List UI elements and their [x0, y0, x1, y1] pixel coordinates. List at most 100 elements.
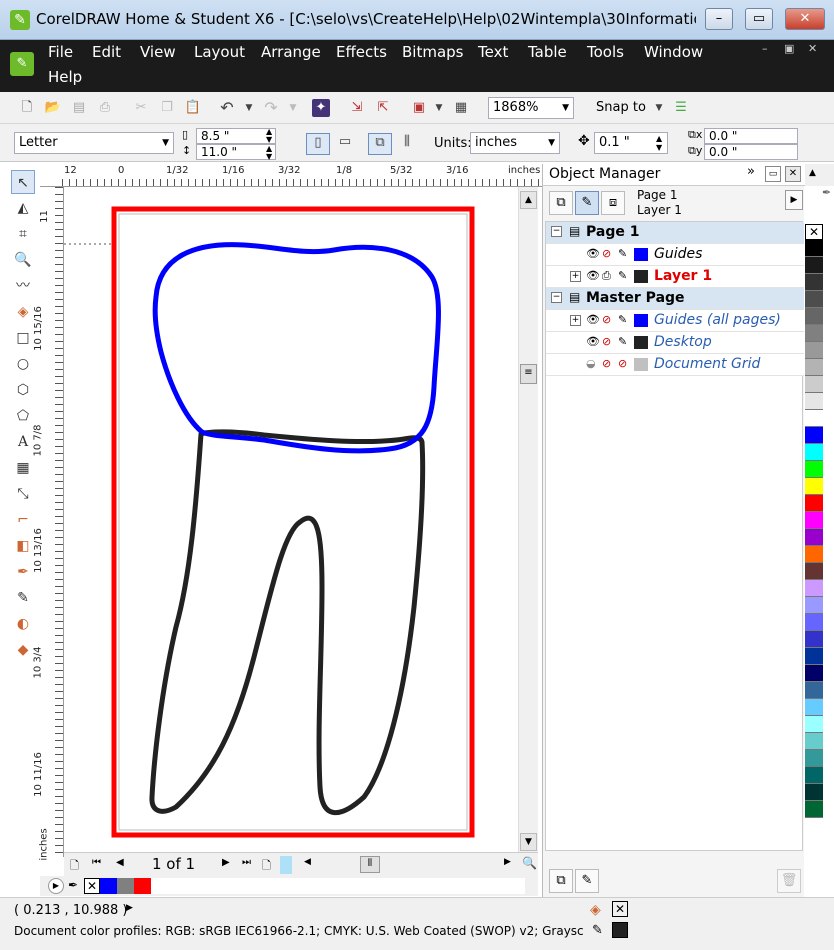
show-properties-icon[interactable]: ⧉	[549, 191, 573, 215]
menu-file[interactable]: File	[48, 43, 73, 61]
zoom-tool-icon[interactable]: 🔍	[11, 248, 35, 272]
fill-none-swatch[interactable]: ✕	[612, 901, 628, 917]
page-tab[interactable]	[280, 856, 292, 874]
drawing-canvas[interactable]	[64, 187, 518, 857]
palette-color-swatch[interactable]	[805, 257, 823, 274]
palette-color-swatch[interactable]	[805, 342, 823, 359]
smart-fill-tool-icon[interactable]: ◈	[11, 300, 35, 324]
layer-row-guides-all-pages[interactable]: + 👁 ⊘ ✎ Guides (all pages)	[546, 310, 804, 332]
menu-view[interactable]: View	[140, 43, 176, 61]
edit-pencil-icon[interactable]: ✎	[618, 335, 627, 348]
rectangle-tool-icon[interactable]: □	[11, 326, 35, 350]
palette-color-swatch[interactable]	[805, 682, 823, 699]
close-button[interactable]: ✕	[785, 8, 825, 30]
zoom-navigator-icon[interactable]: 🔍	[522, 856, 537, 870]
palette-color-swatch[interactable]	[805, 529, 823, 546]
layer-color-swatch[interactable]	[634, 336, 648, 349]
edit-pencil-icon[interactable]: ✎	[618, 247, 627, 260]
doc-minimize-icon[interactable]: –	[762, 42, 768, 55]
maximize-button[interactable]: ▭	[745, 8, 773, 30]
eye-icon[interactable]: 👁	[586, 269, 600, 282]
redo-icon[interactable]: ↷	[262, 99, 280, 117]
new-layer-icon[interactable]: ⧉	[549, 869, 573, 893]
menu-help[interactable]: Help	[48, 68, 82, 86]
printer-icon[interactable]: ⎙	[602, 269, 611, 283]
layer-color-swatch[interactable]	[634, 270, 648, 283]
text-tool-icon[interactable]: A	[11, 430, 35, 454]
edit-pencil-icon[interactable]: ✎	[618, 313, 627, 326]
print-disabled-icon[interactable]: ⊘	[602, 313, 611, 326]
layer-row-layer1[interactable]: + 👁 ⎙ ✎ Layer 1	[546, 266, 804, 288]
palette-color-swatch[interactable]	[805, 478, 823, 495]
page-group-row[interactable]: − ▤ Page 1	[546, 222, 804, 244]
duplicate-x-input[interactable]: 0.0 "	[704, 128, 798, 144]
search-content-icon[interactable]: ✦	[312, 99, 330, 117]
palette-color-swatch[interactable]	[805, 733, 823, 750]
palette-color-swatch[interactable]	[805, 767, 823, 784]
scroll-left-button[interactable]: ◀	[304, 857, 311, 867]
eye-hidden-icon[interactable]: ◒	[586, 357, 596, 370]
polygon-tool-icon[interactable]: ⬡	[11, 378, 35, 402]
menu-bitmaps[interactable]: Bitmaps	[402, 43, 463, 61]
object-properties-tab-icon[interactable]: ✒	[822, 186, 831, 199]
palette-color-swatch[interactable]	[805, 240, 823, 257]
landscape-icon[interactable]: ▭	[336, 133, 354, 151]
palette-color-swatch[interactable]	[805, 801, 823, 818]
add-page-before-icon[interactable]: 🗋	[70, 857, 79, 876]
crop-tool-icon[interactable]: ⌗	[11, 222, 35, 246]
nudge-spinner-icon[interactable]: ▲ ▼	[656, 134, 662, 152]
ruler-corner[interactable]	[40, 165, 64, 187]
menu-table[interactable]: Table	[528, 43, 567, 61]
palette-color-swatch[interactable]	[805, 393, 823, 410]
horizontal-scroll-thumb[interactable]: ⦀	[360, 856, 380, 873]
current-page-icon[interactable]: ⫼	[398, 133, 416, 151]
print-disabled-icon[interactable]: ⊘	[602, 335, 611, 348]
table-tool-icon[interactable]: ▦	[11, 456, 35, 480]
export-icon[interactable]: ⇱	[374, 99, 392, 117]
expand-icon[interactable]: +	[570, 271, 581, 282]
palette-color-swatch[interactable]	[805, 614, 823, 631]
palette-color-swatch[interactable]	[805, 325, 823, 342]
scroll-down-button[interactable]: ▼	[520, 833, 537, 851]
palette-color-swatch[interactable]	[805, 563, 823, 580]
menu-arrange[interactable]: Arrange	[261, 43, 321, 61]
duplicate-y-input[interactable]: 0.0 "	[704, 144, 798, 160]
scroll-thumb[interactable]: ≡	[520, 364, 537, 384]
redo-dropdown-icon[interactable]: ▼	[284, 99, 302, 117]
copy-icon[interactable]: ❐	[158, 99, 176, 117]
docker-close-icon[interactable]: ✕	[785, 166, 801, 182]
previous-page-icon[interactable]: ◀	[116, 857, 124, 868]
print-disabled-icon[interactable]: ⊘	[602, 357, 611, 370]
doc-close-icon[interactable]: ✕	[808, 42, 817, 55]
interactive-fill-tool-icon[interactable]: ◆	[11, 638, 35, 662]
document-color-swatch[interactable]	[134, 878, 151, 894]
save-icon[interactable]: ▤	[70, 99, 88, 117]
height-spinner-icon[interactable]: ▲ ▼	[266, 145, 272, 161]
page-height-input[interactable]: 11.0 "	[196, 144, 276, 160]
palette-color-swatch[interactable]	[805, 274, 823, 291]
palette-color-swatch[interactable]	[805, 665, 823, 682]
application-launcher-icon[interactable]: ▦	[452, 99, 470, 117]
snap-dropdown-icon[interactable]: ▼	[650, 99, 668, 117]
pick-tool-icon[interactable]: ↖	[11, 170, 35, 194]
all-pages-icon[interactable]: ⧉	[368, 133, 392, 155]
document-color-swatch[interactable]	[117, 878, 134, 894]
layer-manager-view-icon[interactable]: ⧈	[601, 191, 625, 215]
menu-layout[interactable]: Layout	[194, 43, 245, 61]
eyedropper-icon[interactable]: ✒	[68, 878, 78, 892]
docker-expand-icon[interactable]: »	[747, 164, 755, 179]
master-page-group-row[interactable]: − ▤ Master Page	[546, 288, 804, 310]
edit-disabled-icon[interactable]: ⊘	[618, 357, 627, 370]
doc-restore-icon[interactable]: ▣	[784, 42, 794, 55]
layer-row-desktop[interactable]: 👁 ⊘ ✎ Desktop	[546, 332, 804, 354]
coordinates-flyout-icon[interactable]: ▶	[126, 903, 133, 913]
palette-color-swatch[interactable]	[805, 291, 823, 308]
publish-dropdown-icon[interactable]: ▼	[430, 99, 448, 117]
first-page-icon[interactable]: ⏮	[92, 857, 101, 868]
page-size-select[interactable]: Letter ▼	[14, 132, 174, 154]
dimension-tool-icon[interactable]: ⤡	[11, 482, 35, 506]
scroll-up-button[interactable]: ▲	[520, 191, 537, 209]
docker-menu-button[interactable]: ▶	[785, 190, 803, 210]
palette-color-swatch[interactable]	[805, 597, 823, 614]
collapse-icon[interactable]: −	[551, 226, 562, 237]
